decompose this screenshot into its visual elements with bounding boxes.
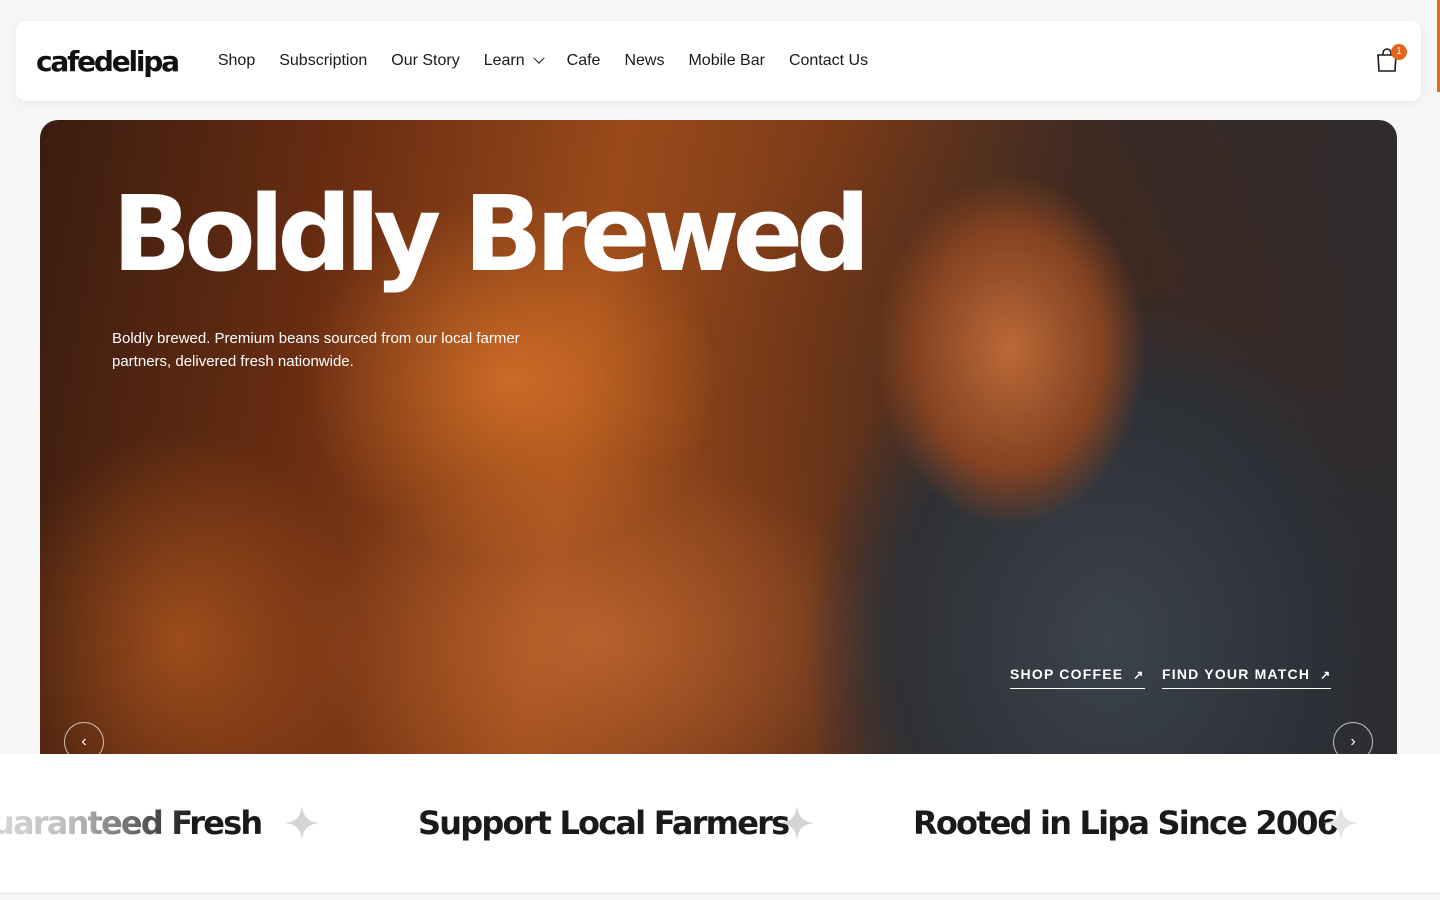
nav-contact-us[interactable]: Contact Us [789, 52, 868, 70]
nav-learn-label: Learn [483, 52, 525, 69]
find-your-match-label: FIND YOUR MATCH [1162, 666, 1311, 682]
hero-subtitle: Boldly brewed. Premium beans sourced fro… [112, 330, 520, 370]
nav-shop[interactable]: Shop [218, 52, 255, 70]
values-marquee: uaranteed Fresh Support Local Farmers Ro… [0, 754, 1440, 894]
arrow-up-right-icon: ↗ [1320, 668, 1332, 682]
logo[interactable]: cafedelipa [36, 45, 180, 78]
arrow-up-right-icon: ↗ [1133, 668, 1145, 682]
chevron-down-icon [532, 52, 545, 64]
marquee-item: Rooted in Lipa Since 2006 [913, 804, 1339, 842]
marquee-item: Support Local Farmers [418, 804, 790, 842]
slider-prev-button[interactable]: ‹ [64, 722, 104, 754]
nav-learn[interactable]: Learn [483, 52, 545, 70]
slider-next-button[interactable]: › [1333, 722, 1373, 754]
cart-count-badge: 1 [1391, 44, 1407, 60]
site-header: cafedelipa Shop Subscription Our Story L… [16, 21, 1421, 101]
nav-cafe[interactable]: Cafe [567, 52, 601, 70]
marquee-item: uaranteed Fresh [0, 804, 263, 842]
four-point-star-icon [284, 805, 320, 841]
shop-coffee-link[interactable]: SHOP COFFEE ↗ [1010, 666, 1145, 689]
nav-news[interactable]: News [624, 52, 664, 70]
cart-button[interactable]: 1 [1375, 44, 1407, 75]
nav-our-story[interactable]: Our Story [391, 52, 459, 70]
hero-title: Boldly Brewed [112, 173, 871, 295]
main-nav: Shop Subscription Our Story Learn Cafe N… [218, 52, 868, 70]
four-point-star-icon [1323, 805, 1359, 841]
shop-coffee-label: SHOP COFFEE [1010, 666, 1124, 682]
hero-banner: Boldly Brewed Boldly brewed. Premium bea… [40, 120, 1397, 754]
nav-subscription[interactable]: Subscription [279, 52, 367, 70]
nav-mobile-bar[interactable]: Mobile Bar [688, 52, 764, 70]
find-your-match-link[interactable]: FIND YOUR MATCH ↗ [1162, 666, 1332, 689]
four-point-star-icon [779, 805, 815, 841]
